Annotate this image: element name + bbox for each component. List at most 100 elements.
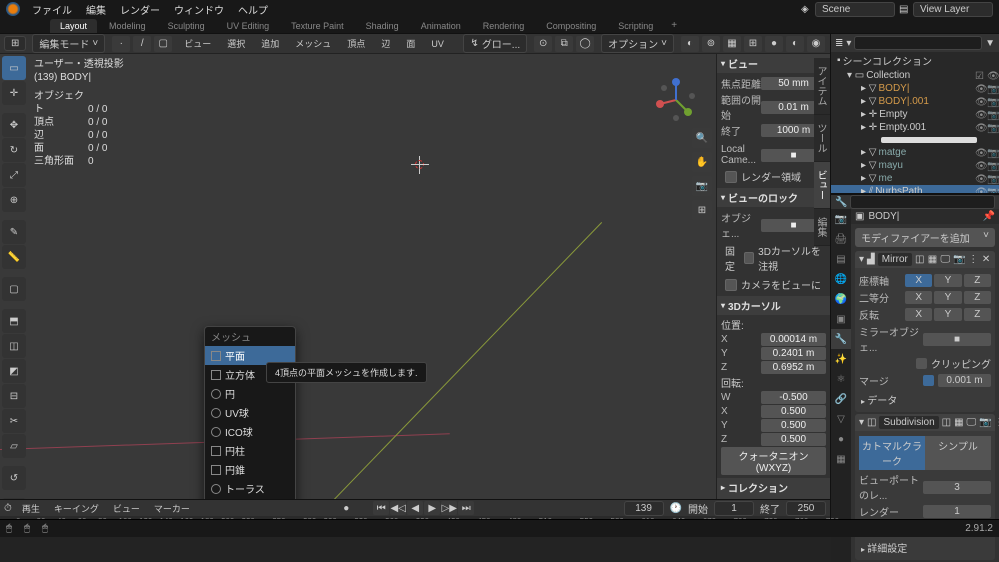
cursor-x[interactable]: 0.00014 m bbox=[761, 333, 826, 346]
subdiv-advanced-header[interactable]: 詳細設定 bbox=[859, 538, 991, 557]
start-frame[interactable]: 1 bbox=[714, 501, 754, 516]
orientation-selector[interactable]: ↯ グロー... bbox=[463, 34, 527, 53]
vp-menu-view[interactable]: ビュー bbox=[179, 35, 216, 52]
bisect-z[interactable]: Z bbox=[964, 291, 991, 304]
current-frame[interactable]: 139 bbox=[624, 501, 664, 516]
cursor-rw[interactable]: -0.500 bbox=[761, 391, 826, 404]
proptab-render[interactable]: 📷 bbox=[831, 209, 851, 229]
scene-selector[interactable]: Scene bbox=[815, 2, 895, 17]
viewlayer-selector[interactable]: View Layer bbox=[913, 2, 993, 17]
menu-uvsphere[interactable]: UV球 bbox=[205, 403, 295, 422]
mirror-axis-y[interactable]: Y bbox=[934, 274, 961, 287]
select-mode-vertex[interactable]: · bbox=[112, 36, 130, 52]
menu-file[interactable]: ファイル bbox=[26, 0, 78, 19]
pivot-selector[interactable]: ⊙ bbox=[534, 36, 552, 52]
subdiv-simple[interactable]: シンプル bbox=[925, 436, 991, 470]
mod-render-icon[interactable]: 📷 bbox=[979, 417, 991, 429]
proptab-output[interactable]: 🖨 bbox=[831, 229, 851, 249]
props-editor-type[interactable]: 🔧 bbox=[835, 197, 847, 208]
nav-persp-icon[interactable]: ⊞ bbox=[692, 200, 712, 220]
mod-editmode-icon[interactable]: ▦ bbox=[954, 417, 963, 429]
select-mode-face[interactable]: ▢ bbox=[154, 36, 172, 52]
ntab-tool[interactable]: ツール bbox=[814, 115, 830, 162]
flip-y[interactable]: Y bbox=[934, 308, 961, 321]
vp-menu-edge[interactable]: 辺 bbox=[376, 35, 395, 52]
3d-viewport[interactable]: ▭ ✛ ✥ ↻ ⤢ ⊕ ✎ 📏 ▢ ⬒ ◫ ◩ ⊟ ✂ ▱ ↺ bbox=[0, 54, 830, 499]
mirror-object[interactable]: ■ bbox=[923, 333, 991, 346]
timeline-editor-type[interactable]: ⏱ bbox=[4, 503, 12, 514]
menu-torus[interactable]: トーラス bbox=[205, 479, 295, 498]
ntab-edit[interactable]: 編集 bbox=[814, 209, 830, 246]
collapse-icon[interactable]: ▾ bbox=[859, 417, 864, 428]
autokey-toggle[interactable]: ● bbox=[343, 503, 349, 514]
keyframe-prev[interactable]: ◀◁ bbox=[390, 501, 406, 515]
merge-check[interactable] bbox=[923, 375, 934, 386]
mod-realtime-icon[interactable]: 🖵 bbox=[940, 254, 950, 266]
tl-menu-view[interactable]: ビュー bbox=[109, 501, 144, 516]
tl-menu-keying[interactable]: キーイング bbox=[50, 501, 103, 516]
outliner-editor-type[interactable]: ≣ bbox=[835, 38, 843, 49]
mod-extras-icon[interactable]: ⋮ bbox=[968, 254, 978, 266]
tool-move[interactable]: ✥ bbox=[2, 113, 26, 137]
tool-rotate[interactable]: ↻ bbox=[2, 138, 26, 162]
proptab-physics[interactable]: ⚛ bbox=[831, 369, 851, 389]
cursor-rotmode[interactable]: クォータニオン(WXYZ) bbox=[721, 447, 826, 475]
menu-cylinder[interactable]: 円柱 bbox=[205, 441, 295, 460]
proptab-material[interactable]: ● bbox=[831, 429, 851, 449]
tool-smooth[interactable]: ∿ bbox=[2, 498, 26, 499]
tab-rendering[interactable]: Rendering bbox=[473, 19, 535, 33]
shading-wire[interactable]: ⊞ bbox=[744, 36, 762, 52]
keyframe-next[interactable]: ▷▶ bbox=[441, 501, 457, 515]
overlay-toggle[interactable]: ⊚ bbox=[702, 36, 720, 52]
nav-camera-icon[interactable]: 📷 bbox=[692, 176, 712, 196]
menu-render[interactable]: レンダー bbox=[114, 0, 166, 19]
tool-inset[interactable]: ◫ bbox=[2, 334, 26, 358]
tab-scripting[interactable]: Scripting bbox=[608, 19, 663, 33]
menu-edit[interactable]: 編集 bbox=[80, 0, 112, 19]
shading-render[interactable]: ◉ bbox=[807, 36, 825, 52]
npanel-cursor-header[interactable]: 3Dカーソル bbox=[717, 296, 830, 315]
mod-oncage-icon[interactable]: ◫ bbox=[942, 417, 951, 429]
tool-bevel[interactable]: ◩ bbox=[2, 359, 26, 383]
merge-distance[interactable]: 0.001 m bbox=[938, 374, 991, 387]
proptab-data[interactable]: ▽ bbox=[831, 409, 851, 429]
menu-window[interactable]: ウィンドウ bbox=[168, 0, 230, 19]
tool-polybuild[interactable]: ▱ bbox=[2, 434, 26, 458]
tool-measure[interactable]: 📏 bbox=[2, 245, 26, 269]
vp-menu-face[interactable]: 面 bbox=[401, 35, 420, 52]
shading-matprev[interactable]: ◐ bbox=[786, 36, 804, 52]
flip-z[interactable]: Z bbox=[964, 308, 991, 321]
cursor-rz[interactable]: 0.500 bbox=[761, 433, 826, 446]
jump-start[interactable]: ⏮ bbox=[373, 501, 389, 515]
vp-menu-add[interactable]: 追加 bbox=[256, 35, 284, 52]
outliner-search[interactable] bbox=[854, 36, 982, 50]
subdiv-viewport[interactable]: 3 bbox=[923, 481, 991, 494]
lock-camview-check[interactable] bbox=[725, 279, 737, 291]
add-modifier-button[interactable]: モディファイアーを追加 ˅ bbox=[855, 228, 995, 247]
mode-selector[interactable]: 編集モード ˅ bbox=[32, 34, 105, 53]
tool-knife[interactable]: ✂ bbox=[2, 409, 26, 433]
tab-uvediting[interactable]: UV Editing bbox=[217, 19, 280, 33]
tool-annotate[interactable]: ✎ bbox=[2, 220, 26, 244]
tool-select[interactable]: ▭ bbox=[2, 56, 26, 80]
shading-solid[interactable]: ● bbox=[765, 36, 783, 52]
tl-menu-playback[interactable]: 再生 bbox=[18, 501, 44, 516]
npanel-annotations-header[interactable]: アノテーション bbox=[717, 497, 830, 499]
xray-toggle[interactable]: ▦ bbox=[723, 36, 741, 52]
outliner-tree[interactable]: ▪ シーンコレクション ▾ ▭ Collection☑👁 ▸ ▽ BODY|👁📷… bbox=[831, 52, 999, 193]
cursor-z[interactable]: 0.6952 m bbox=[761, 361, 826, 374]
tab-texturepaint[interactable]: Texture Paint bbox=[281, 19, 354, 33]
lock-cursor-check[interactable] bbox=[744, 252, 754, 264]
vp-menu-select[interactable]: 選択 bbox=[222, 35, 250, 52]
mod-editmode-icon[interactable]: ▦ bbox=[928, 254, 938, 266]
gizmo-toggle[interactable]: ◐ bbox=[681, 36, 699, 52]
nav-move-icon[interactable]: ✋ bbox=[692, 152, 712, 172]
proptab-scene[interactable]: 🌐 bbox=[831, 269, 851, 289]
play-reverse[interactable]: ◀ bbox=[407, 501, 423, 515]
tab-animation[interactable]: Animation bbox=[411, 19, 471, 33]
menu-circle[interactable]: 円 bbox=[205, 384, 295, 403]
options-popover[interactable]: オプション ˅ bbox=[601, 34, 674, 53]
tool-loopcut[interactable]: ⊟ bbox=[2, 384, 26, 408]
clipping-check[interactable] bbox=[916, 358, 927, 369]
proptab-object[interactable]: ▣ bbox=[831, 309, 851, 329]
